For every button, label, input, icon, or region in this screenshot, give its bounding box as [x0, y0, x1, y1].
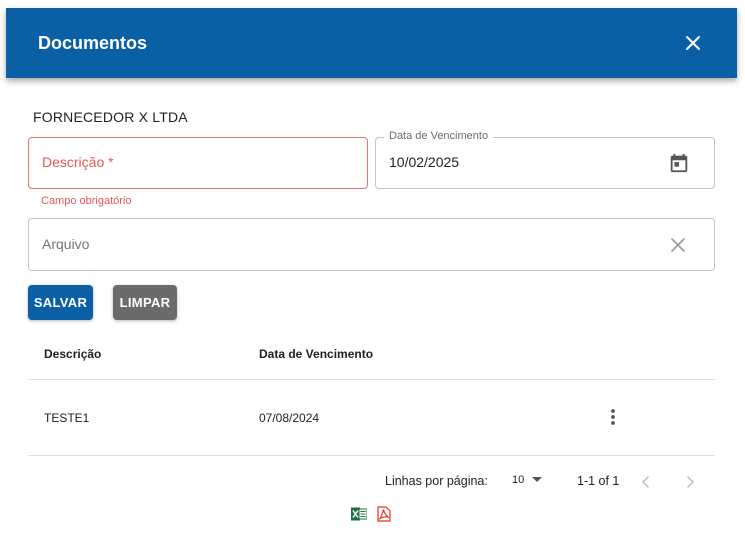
- table-row: TESTE1 07/08/2024: [28, 380, 715, 456]
- export-buttons: [351, 506, 392, 522]
- excel-icon[interactable]: [351, 506, 368, 522]
- file-placeholder: Arquivo: [42, 236, 90, 252]
- more-vert-icon[interactable]: [606, 406, 620, 428]
- save-button[interactable]: SALVAR: [28, 285, 93, 320]
- description-placeholder: Descrição *: [42, 154, 114, 170]
- close-icon[interactable]: [681, 31, 705, 55]
- documents-dialog: Documentos FORNECEDOR X LTDA Descrição *…: [0, 0, 745, 536]
- column-header-due-date[interactable]: Data de Vencimento: [259, 347, 373, 361]
- description-field[interactable]: Descrição *: [28, 137, 368, 189]
- file-field[interactable]: Arquivo: [28, 218, 715, 271]
- rows-per-page-value: 10: [512, 474, 525, 486]
- table-header: Descrição Data de Vencimento: [28, 330, 715, 380]
- pagination-range: 1-1 of 1: [577, 474, 620, 488]
- row-due-date: 07/08/2024: [259, 411, 320, 425]
- next-page-icon[interactable]: [680, 472, 700, 492]
- chevron-down-icon: [532, 477, 543, 482]
- clear-button[interactable]: LIMPAR: [113, 285, 177, 320]
- dialog-header: Documentos: [6, 8, 737, 78]
- dialog-title: Documentos: [38, 32, 148, 53]
- supplier-name: FORNECEDOR X LTDA: [33, 109, 188, 125]
- previous-page-icon[interactable]: [636, 472, 656, 492]
- documents-table: Descrição Data de Vencimento TESTE1 07/0…: [28, 330, 715, 456]
- rows-per-page-label: Linhas por página:: [385, 474, 488, 488]
- calendar-icon[interactable]: [668, 152, 690, 174]
- due-date-field[interactable]: Data de Vencimento 10/02/2025: [375, 130, 715, 189]
- row-description: TESTE1: [44, 411, 90, 425]
- description-error: Campo obrigatório: [41, 195, 132, 207]
- due-date-label: Data de Vencimento: [384, 130, 494, 142]
- due-date-value: 10/02/2025: [389, 154, 460, 170]
- column-header-description[interactable]: Descrição: [44, 347, 101, 361]
- pdf-icon[interactable]: [376, 506, 392, 522]
- pagination: Linhas por página: 10 1-1 of 1: [28, 466, 715, 496]
- rows-per-page-select[interactable]: 10: [512, 474, 543, 486]
- clear-icon[interactable]: [668, 235, 688, 255]
